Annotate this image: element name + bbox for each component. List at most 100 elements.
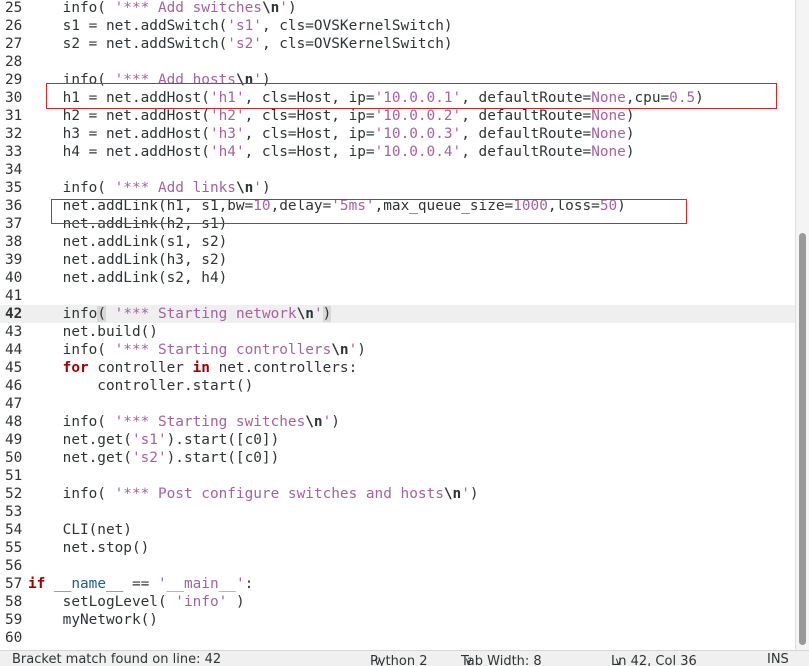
code-line[interactable]: 55 net.stop() <box>0 539 795 557</box>
code-token: info( <box>28 486 115 502</box>
highlight-box-link-line <box>51 199 687 224</box>
code-token: in <box>192 360 210 376</box>
code-text: h2 = net.addHost('h2', cls=Host, ip='10.… <box>28 107 635 125</box>
code-line[interactable]: 53 <box>0 503 795 521</box>
code-line[interactable]: 31 h2 = net.addHost('h2', cls=Host, ip='… <box>0 107 795 125</box>
scrollbar-thumb[interactable] <box>799 233 806 645</box>
line-number: 40 <box>5 270 23 286</box>
code-text: net.addLink(s1, s2) <box>28 233 228 251</box>
code-line[interactable]: 56 <box>0 557 795 575</box>
code-text: net.stop() <box>28 539 150 557</box>
code-line[interactable]: 35 info( '*** Add links\n') <box>0 179 795 197</box>
line-number: 53 <box>5 504 23 520</box>
code-token: ' <box>322 414 332 430</box>
code-token: '*** Post configure switches and hosts <box>114 486 444 502</box>
code-text: info( '*** Starting switches\n') <box>28 413 340 431</box>
code-line[interactable]: 45 for controller in net.controllers: <box>0 359 795 377</box>
code-token: ) <box>331 414 340 430</box>
line-number: 43 <box>5 324 23 340</box>
code-token: info <box>28 306 98 322</box>
code-token: , defaultRoute= <box>461 108 592 124</box>
code-token: \n <box>331 342 349 358</box>
code-line[interactable]: 34 <box>0 161 795 179</box>
code-token: h4 = net.addHost( <box>28 144 210 160</box>
code-token: '*** Add links <box>114 180 236 196</box>
code-line[interactable]: 50 net.get('s2').start([c0]) <box>0 449 795 467</box>
code-text: net.build() <box>28 323 158 341</box>
code-text: net.addLink(s2, h4) <box>28 269 228 287</box>
code-line[interactable]: 38 net.addLink(s1, s2) <box>0 233 795 251</box>
code-text: net.get('s2').start([c0]) <box>28 449 280 467</box>
code-line[interactable]: 60 <box>0 629 795 647</box>
vertical-scrollbar[interactable] <box>795 0 809 650</box>
code-line[interactable]: 47 <box>0 395 795 413</box>
code-line[interactable]: 54 CLI(net) <box>0 521 795 539</box>
chevron-down-icon: ∨ <box>611 655 623 666</box>
code-token: net.build() <box>28 324 158 340</box>
code-token: '__main__' <box>157 576 245 592</box>
code-line[interactable]: 39 net.addLink(h3, s2) <box>0 251 795 269</box>
line-number: 56 <box>5 558 23 574</box>
code-token: \n <box>235 180 254 196</box>
code-token: ) <box>469 486 479 502</box>
code-line[interactable]: 40 net.addLink(s2, h4) <box>0 269 795 287</box>
code-token: , defaultRoute= <box>461 126 592 142</box>
code-line[interactable]: 43 net.build() <box>0 323 795 341</box>
code-line[interactable]: 58 setLogLevel( 'info' ) <box>0 593 795 611</box>
insert-mode-indicator[interactable]: INS <box>767 653 789 666</box>
code-line[interactable]: 48 info( '*** Starting switches\n') <box>0 413 795 431</box>
code-line[interactable]: 25 info( '*** Add switches\n') <box>0 0 795 17</box>
line-number: 47 <box>5 396 23 412</box>
code-token: , cls=Host, ip= <box>244 126 375 142</box>
code-line[interactable]: 42 info( '*** Starting network\n') <box>0 305 795 323</box>
code-token: 's1' <box>227 18 262 34</box>
code-token: '*** Add switches <box>114 0 262 16</box>
code-line[interactable]: 27 s2 = net.addSwitch('s2', cls=OVSKerne… <box>0 35 795 53</box>
code-token: __name__ <box>54 576 124 592</box>
code-token: 'h3' <box>209 126 245 142</box>
line-number: 28 <box>5 54 23 70</box>
line-number: 31 <box>5 108 23 124</box>
code-line[interactable]: 26 s1 = net.addSwitch('s1', cls=OVSKerne… <box>0 17 795 35</box>
code-token: info( <box>28 342 115 358</box>
line-number: 33 <box>5 144 23 160</box>
line-number: 25 <box>5 0 23 16</box>
line-number: 57 <box>5 576 23 592</box>
code-line[interactable]: 51 <box>0 467 795 485</box>
chevron-down-icon: ∨ <box>461 655 473 666</box>
code-token: CLI(net) <box>28 522 132 538</box>
code-token: ) <box>625 108 635 124</box>
line-number: 39 <box>5 252 23 268</box>
code-line[interactable]: 28 <box>0 53 795 71</box>
code-line[interactable]: 52 info( '*** Post configure switches an… <box>0 485 795 503</box>
code-line[interactable]: 57 if __name__ == '__main__': <box>0 575 795 593</box>
code-line[interactable]: 33 h4 = net.addHost('h4', cls=Host, ip='… <box>0 143 795 161</box>
code-token: info( <box>28 180 115 196</box>
code-text: s2 = net.addSwitch('s2', cls=OVSKernelSw… <box>28 35 453 53</box>
code-token: h3 = net.addHost( <box>28 126 210 142</box>
code-token: ) <box>287 0 297 16</box>
code-token: \n <box>296 306 314 322</box>
code-text: myNetwork() <box>28 611 158 629</box>
code-text: net.get('s1').start([c0]) <box>28 431 280 449</box>
code-line[interactable]: 41 <box>0 287 795 305</box>
code-token: ' <box>279 0 288 16</box>
line-number: 55 <box>5 540 23 556</box>
code-token: ) <box>322 306 332 322</box>
line-number: 44 <box>5 342 23 358</box>
code-line[interactable]: 59 myNetwork() <box>0 611 795 629</box>
code-text: info( '*** Starting controllers\n') <box>28 341 366 359</box>
code-token: info( <box>28 0 115 16</box>
line-number: 38 <box>5 234 23 250</box>
code-token: controller <box>88 360 193 376</box>
code-line[interactable]: 44 info( '*** Starting controllers\n') <box>0 341 795 359</box>
code-line[interactable]: 49 net.get('s1').start([c0]) <box>0 431 795 449</box>
code-token: ) <box>261 180 271 196</box>
code-token: '*** Starting switches <box>114 414 306 430</box>
code-line[interactable]: 32 h3 = net.addHost('h3', cls=Host, ip='… <box>0 125 795 143</box>
code-line[interactable]: 46 controller.start() <box>0 377 795 395</box>
code-token: '10.0.0.4' <box>374 144 462 160</box>
code-text: if __name__ == '__main__': <box>28 575 253 593</box>
line-number: 50 <box>5 450 23 466</box>
code-token: ) <box>357 342 366 358</box>
